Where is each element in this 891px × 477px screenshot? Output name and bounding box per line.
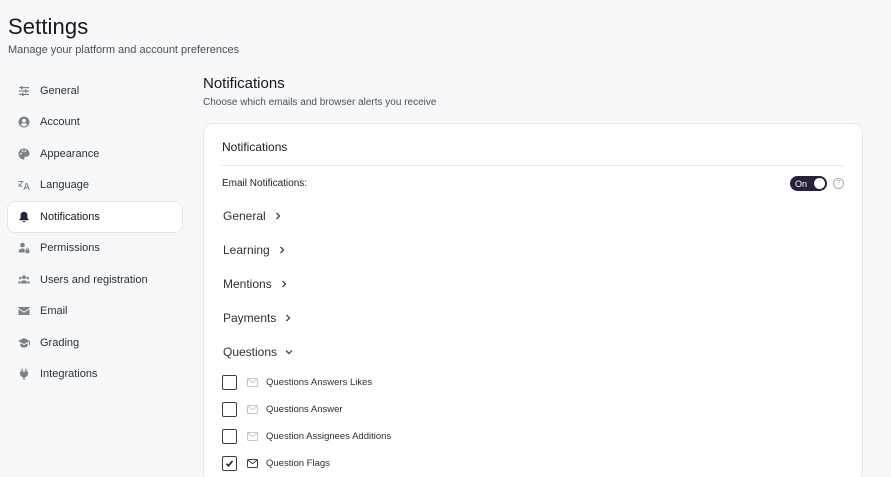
mail-icon: [247, 459, 258, 468]
email-toggle-group: On ?: [790, 176, 844, 191]
bell-icon: [18, 211, 30, 223]
translate-icon: [18, 179, 30, 191]
section-subtitle: Choose which emails and browser alerts y…: [203, 97, 437, 108]
chevron-right-icon: [274, 212, 282, 220]
group-mentions[interactable]: Mentions: [222, 267, 844, 301]
sidebar-item-language[interactable]: Language: [7, 170, 183, 202]
checkbox[interactable]: [222, 402, 237, 417]
sidebar-item-account[interactable]: Account: [7, 107, 183, 139]
question-item: Questions Answers Likes: [222, 369, 844, 396]
email-notifications-row: Email Notifications: On ?: [222, 166, 844, 199]
question-item-label: Questions Answer: [266, 404, 343, 415]
sidebar-item-label: Email: [40, 305, 68, 318]
sidebar-item-label: Users and registration: [40, 273, 148, 286]
sidebar-item-users-and-registration[interactable]: Users and registration: [7, 264, 183, 296]
sidebar-item-label: Notifications: [40, 210, 100, 223]
chevron-right-icon: [278, 246, 286, 254]
sidebar-item-integrations[interactable]: Integrations: [7, 359, 183, 391]
settings-sidebar: General Account Appearance Language Noti…: [7, 75, 183, 390]
email-notifications-label: Email Notifications:: [222, 178, 308, 189]
sidebar-item-label: Integrations: [40, 368, 98, 381]
toggle-label: On: [795, 178, 808, 189]
page-subtitle: Manage your platform and account prefere…: [8, 44, 240, 56]
sidebar-item-grading[interactable]: Grading: [7, 327, 183, 359]
sidebar-item-label: Grading: [40, 336, 80, 349]
user-circle-icon: [18, 116, 30, 128]
checkbox[interactable]: [222, 375, 237, 390]
sidebar-item-label: Appearance: [40, 147, 100, 160]
sidebar-item-notifications[interactable]: Notifications: [7, 201, 183, 233]
group-label: Learning: [223, 243, 270, 257]
users-icon: [18, 274, 30, 286]
plug-icon: [18, 368, 30, 380]
sidebar-item-label: General: [40, 84, 80, 97]
sidebar-item-label: Language: [40, 179, 89, 192]
checkbox[interactable]: [222, 429, 237, 444]
graduation-cap-icon: [18, 337, 30, 349]
group-label: General: [223, 209, 266, 223]
notifications-card: Notifications Email Notifications: On ? …: [203, 123, 863, 477]
palette-icon: [18, 148, 30, 160]
sidebar-item-permissions[interactable]: Permissions: [7, 233, 183, 265]
group-label: Questions: [223, 345, 278, 359]
sliders-icon: [18, 85, 30, 97]
checkbox-checked[interactable]: [222, 456, 237, 471]
question-item-label: Question Flags: [266, 458, 330, 469]
question-item-label: Questions Answers Likes: [266, 377, 373, 388]
sidebar-item-general[interactable]: General: [7, 75, 183, 107]
envelope-icon: [18, 305, 30, 317]
group-questions[interactable]: Questions: [222, 335, 844, 369]
sidebar-item-appearance[interactable]: Appearance: [7, 138, 183, 170]
section-title: Notifications: [203, 75, 285, 92]
question-item: Question Assignees Additions: [222, 423, 844, 450]
sidebar-item-email[interactable]: Email: [7, 296, 183, 328]
sidebar-item-label: Account: [40, 116, 80, 129]
notifications-panel: Notifications Choose which emails and br…: [203, 75, 863, 477]
page-header: Settings Manage your platform and accoun…: [8, 14, 239, 56]
checkmark-icon: [225, 460, 234, 467]
chevron-right-icon: [280, 280, 288, 288]
question-item: Questions Answer: [222, 396, 844, 423]
group-payments[interactable]: Payments: [222, 301, 844, 335]
chevron-down-icon: [285, 348, 293, 356]
card-title: Notifications: [222, 124, 844, 166]
mail-icon: [247, 432, 258, 441]
question-item-label: Question Assignees Additions: [266, 431, 392, 442]
group-general[interactable]: General: [222, 199, 844, 233]
mail-icon: [247, 405, 258, 414]
email-notifications-toggle[interactable]: On: [790, 176, 827, 191]
group-learning[interactable]: Learning: [222, 233, 844, 267]
page-title: Settings: [8, 14, 89, 39]
group-label: Mentions: [223, 277, 272, 291]
mail-icon: [247, 378, 258, 387]
help-icon[interactable]: ?: [833, 178, 844, 189]
question-item: Question Flags: [222, 450, 844, 477]
chevron-right-icon: [284, 314, 292, 322]
user-lock-icon: [18, 242, 30, 254]
sidebar-item-label: Permissions: [40, 242, 100, 255]
group-label: Payments: [223, 311, 277, 325]
toggle-knob: [814, 178, 825, 189]
